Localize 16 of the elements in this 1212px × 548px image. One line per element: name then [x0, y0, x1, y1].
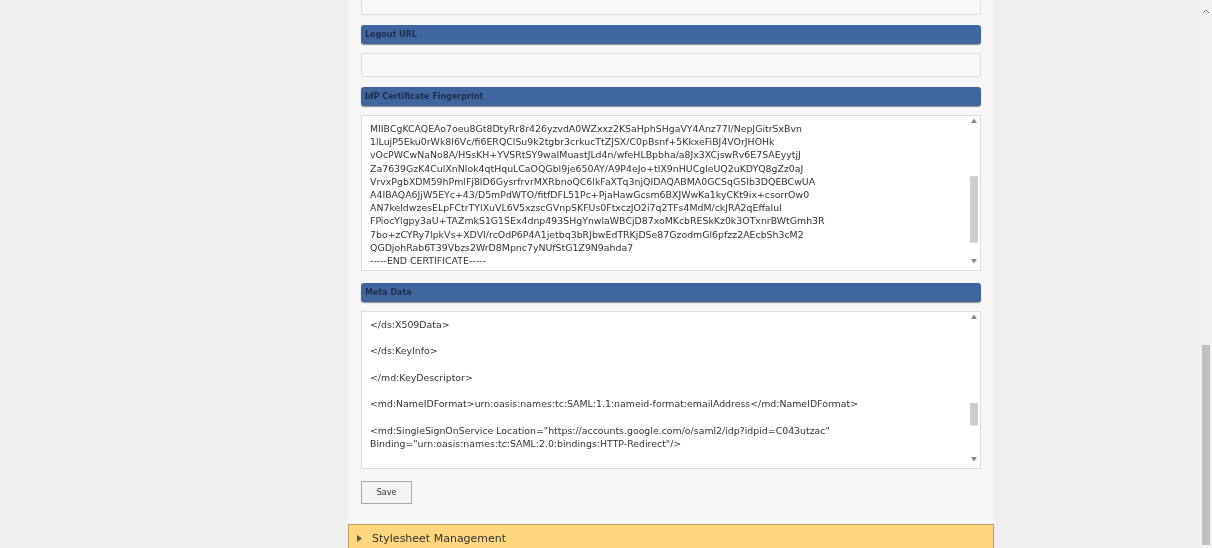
scrollbar-drawing[interactable]: [969, 313, 979, 463]
scrollbar-drawing[interactable]: [969, 117, 979, 265]
textarea-field[interactable]: [361, 311, 981, 469]
save-button[interactable]: Save: [361, 481, 412, 504]
section-header: IdP Certificate Fingerprint: [361, 87, 981, 106]
textarea-text: MIIBCgKCAQEAo7oeu8Gt8DtyRr8r426yzvdA0WZxxz2KSaHphSHgaVY4Anz77I/NepJGitrSxBvn 1lLujP5Eku0rWk8l6Vc/fi6ERQClSu9k2tgbr3crkucTtZJSX/C0pBsnf+5KkxeFiBJ4VOrJHOHk vOcPWCwNaNo8A/HSsKH+YVSRtSY9waIMuastJLd4n/wfeHLBpbha/a8Jx3XCjswRv6E7SAEyytjJ Za7639GzK4CulXnNlok4qtHquLCaOQGbl9je650AY/A9P4eJo+tlX9nHUCgleUQ2uKDYQ8gZz0aJ VrvxPgbXDM59hPmlFj8lD6GysrfrvrMXRbnoQC6lkFaXTq3njQIDAQABMA0GCSqGSIb3DQEBCwUA A4IBAQA6JjW5EYc+43/D5mPdWTO/fitfDFL51Pc+PjaHawGcsm6BXJWwKa1kyCKt9ix+csorrOw0 AN7keldwzesELpFCtrTYlXuVL6V5xzscGVnpSKFUs0FtxczJO2i7q2TFs4MdM/ckJRA2qEffalul FPiocYlgpy3aU+TAZmkS1G1SEx4dnp493SHgYnwlaWBCjD87xoMKcbRESkKz0k3OTxnrBWtGmh3R 7bo+zCYRy7lpkVs+XDVI/rcOdP6P4A1jetbq3bRJbwEdTRKjDSe87GzodmGl6pfzz2AEcbSh3cM2 QGDjohRab6T39Vbzs2WrD8Mpnc7yNUfStG1Z9N9ahda7 -----END CERTIFICATE-----: [370, 122, 826, 268]
section-header: Meta Data: [361, 283, 981, 302]
input-field[interactable]: [361, 53, 981, 77]
section-header: Logout URL: [361, 25, 981, 44]
collapsible-section-header[interactable]: Stylesheet Management: [348, 524, 994, 548]
scrollbar-thumb[interactable]: [1202, 345, 1210, 545]
textarea-field[interactable]: [361, 115, 981, 271]
input-field[interactable]: [361, 0, 981, 15]
textarea-text: </ds:X509Data> </ds:KeyInfo> </md:KeyDescriptor> <md:NameIDFormat>urn:oasis:names:tc:SAML:1.1:nameid-format:emailAddress</md:NameIDFormat> <md:SingleSignOnService Location="https://accounts.google.com/o/saml2/idp?idpid=C043utzac" Binding="urn:oasis:names:tc:SAML:2.0:bindings:HTTP-Redirect"/>: [370, 318, 859, 451]
scroll-up-icon: [1202, 8, 1210, 14]
section-title: Stylesheet Management: [372, 532, 507, 545]
